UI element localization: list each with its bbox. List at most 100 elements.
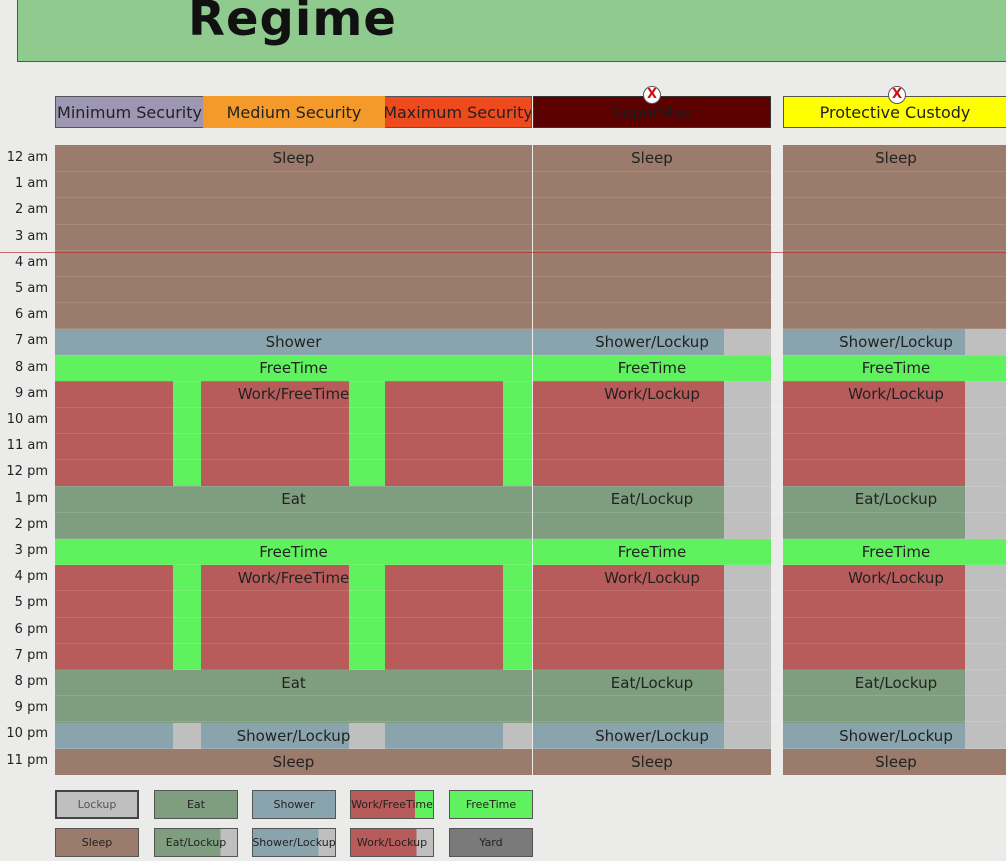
hour-label: 5 pm [14, 595, 48, 611]
header-maximum-label: Maximum Security [385, 102, 532, 122]
supermax-sleep-block-night[interactable] [533, 749, 771, 775]
main-freetime-block-morning[interactable] [55, 355, 532, 381]
main-eat-block-evening[interactable] [55, 670, 532, 723]
hour-label: 7 pm [14, 647, 48, 663]
main-shower-block[interactable] [55, 329, 532, 355]
legend-freetime-label: FreeTime [465, 798, 517, 811]
hour-label: 7 am [14, 333, 48, 349]
protective-shower-lockup-block[interactable] [783, 329, 965, 355]
hour-label: 6 pm [14, 621, 48, 637]
hour-label: 2 am [14, 202, 48, 218]
row-line [55, 171, 1006, 172]
header-protective-label: Protective Custody [819, 102, 971, 122]
row-line [55, 695, 1006, 696]
hour-label: 8 pm [14, 674, 48, 689]
hour-label: 5 am [14, 281, 48, 296]
row-line [55, 538, 1006, 539]
lockup-strip [349, 723, 385, 749]
row-line [55, 617, 1006, 618]
legend-shower-lockup-label: Shower/Lockup [252, 836, 336, 849]
supermax-eat-lockup-block-evening[interactable] [533, 670, 724, 723]
hour-label: 1 pm [14, 490, 48, 506]
row-line [55, 669, 1006, 670]
header-minimum-security[interactable]: Minimum Security [55, 96, 203, 128]
legend-work-freetime-button[interactable]: Work/FreeTime [350, 790, 434, 819]
header-minimum-label: Minimum Security [57, 102, 202, 122]
current-time-line [0, 252, 1006, 253]
legend-freetime-button[interactable]: FreeTime [449, 790, 533, 819]
row-line [55, 590, 1006, 591]
supermax-freetime-block-afternoon[interactable] [533, 539, 771, 565]
hour-label: 9 pm [14, 700, 48, 716]
protective-lockup-strip [965, 329, 1006, 355]
row-line [55, 407, 1006, 408]
legend-shower-label: Shower [273, 798, 315, 811]
title-bar: Regime [17, 0, 1006, 62]
main-sleep-block-night[interactable] [55, 749, 532, 775]
legend-sleep-button[interactable]: Sleep [55, 828, 139, 857]
protective-eat-lockup-block-evening[interactable] [783, 670, 965, 723]
header-supermax-label: SuperMax [612, 102, 692, 122]
remove-protective-custody-icon[interactable]: X [888, 86, 906, 104]
supermax-lockup-strip [724, 381, 771, 539]
legend-work-freetime-label: Work/FreeTime [351, 798, 433, 811]
legend-work-lockup-label: Work/Lockup [356, 836, 428, 849]
remove-supermax-icon[interactable]: X [643, 86, 661, 104]
row-line [55, 328, 1006, 329]
supermax-lockup-strip [724, 329, 771, 355]
hour-label: 3 am [14, 228, 48, 244]
hour-label: 4 am [14, 254, 48, 270]
legend-lockup-label: Lockup [77, 798, 117, 811]
legend-eat-lockup-label: Eat/Lockup [165, 836, 227, 849]
row-line [55, 381, 1006, 382]
protective-freetime-block-morning[interactable] [783, 355, 1006, 381]
legend-shower-button[interactable]: Shower [252, 790, 336, 819]
hour-label: 4 pm [14, 569, 48, 585]
lockup-strip [173, 723, 201, 749]
row-line [55, 643, 1006, 644]
protective-shower-lockup-block-evening[interactable] [783, 723, 965, 749]
row-line [55, 512, 1006, 513]
row-line [55, 721, 1006, 722]
header-maximum-security[interactable]: Maximum Security [385, 96, 532, 128]
protective-freetime-block-afternoon[interactable] [783, 539, 1006, 565]
legend-yard-label: Yard [479, 836, 503, 849]
row-line [55, 564, 1006, 565]
row-line [55, 276, 1006, 277]
hour-label: 3 pm [14, 543, 48, 558]
hour-label: 11 pm [6, 752, 48, 768]
legend-eat-button[interactable]: Eat [154, 790, 238, 819]
row-line [55, 355, 1006, 356]
hour-label: 12 am [6, 150, 48, 165]
row-line [55, 486, 1006, 487]
main-shower-lockup-block[interactable] [55, 723, 532, 749]
hour-label: 1 am [14, 176, 48, 192]
hour-label: 2 pm [14, 516, 48, 532]
hour-label: 12 pm [6, 464, 48, 480]
hour-label: 10 am [6, 412, 48, 427]
legend-lockup-button[interactable]: Lockup [55, 790, 139, 819]
supermax-freetime-block-morning[interactable] [533, 355, 771, 381]
protective-sleep-block-night[interactable] [783, 749, 1006, 775]
row-line [55, 250, 1006, 251]
header-medium-label: Medium Security [226, 102, 362, 122]
supermax-shower-lockup-block-evening[interactable] [533, 723, 724, 749]
hour-label: 9 am [14, 385, 48, 401]
header-medium-security[interactable]: Medium Security [203, 96, 385, 128]
row-line [55, 197, 1006, 198]
legend-yard-button[interactable]: Yard [449, 828, 533, 857]
lockup-strip [503, 723, 532, 749]
row-line [55, 459, 1006, 460]
legend-shower-lockup-button[interactable]: Shower/Lockup [252, 828, 336, 857]
row-line [55, 302, 1006, 303]
hour-label: 11 am [6, 438, 48, 454]
legend-work-lockup-button[interactable]: Work/Lockup [350, 828, 434, 857]
legend-eat-lockup-button[interactable]: Eat/Lockup [154, 828, 238, 857]
hour-label: 10 pm [6, 726, 48, 742]
main-freetime-block-afternoon[interactable] [55, 539, 532, 565]
hour-label: 8 am [14, 359, 48, 375]
hour-label: 6 am [14, 307, 48, 323]
legend-sleep-label: Sleep [81, 836, 113, 849]
supermax-shower-lockup-block[interactable] [533, 329, 724, 355]
row-line [55, 748, 1006, 749]
